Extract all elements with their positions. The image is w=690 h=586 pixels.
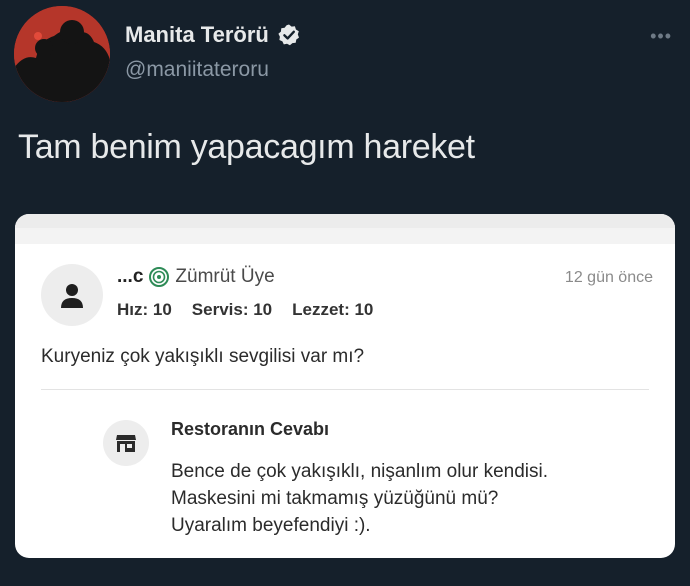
reply-line: Uyaralım beyefendiyi :). (171, 515, 371, 536)
reply-line: Bence de çok yakışıklı, nişanlım olur ke… (171, 461, 549, 482)
reply-line: Maskesini mi takmamış yüzüğünü mü? (171, 488, 499, 509)
tweet: Manita Terörü @maniitateroru ••• Tam ben… (0, 0, 690, 586)
more-dots-icon[interactable]: ••• (650, 26, 672, 47)
rating-speed: Hız: 10 (117, 300, 172, 319)
reviewer-avatar (41, 264, 103, 326)
rating-service: Servis: 10 (191, 300, 273, 319)
divider (41, 389, 649, 390)
profile-avatar[interactable] (14, 6, 110, 102)
card-top-bar (15, 214, 675, 244)
store-icon (116, 435, 136, 452)
tweet-text: Tam benim yapacagım hareket (18, 128, 475, 166)
review-comment: Kuryeniz çok yakışıklı sevgilisi var mı? (41, 346, 365, 367)
reply-text: Bence de çok yakışıklı, nişanlım olur ke… (171, 458, 651, 539)
display-name-row[interactable]: Manita Terörü (125, 22, 301, 48)
rating-taste: Lezzet: 10 (292, 300, 374, 319)
profile-avatar-image (14, 6, 110, 102)
user-icon (61, 284, 83, 308)
member-badge-label: Zümrüt Üye (175, 266, 275, 287)
embedded-review-screenshot[interactable]: ...c Zümrüt Üye 12 gün önce Hız: 10 Serv… (15, 214, 675, 558)
ratings-row: Hız: 10 Servis: 10 Lezzet: 10 (117, 300, 373, 320)
reply-title: Restoranın Cevabı (171, 419, 330, 439)
emerald-member-icon (149, 267, 170, 287)
reviewer-name: ...c (117, 266, 144, 287)
verified-badge-icon (277, 23, 301, 47)
user-handle[interactable]: @maniitateroru (125, 58, 269, 82)
reviewer-row: ...c Zümrüt Üye (117, 266, 275, 288)
review-time: 12 gün önce (564, 269, 653, 286)
display-name[interactable]: Manita Terörü (125, 22, 269, 48)
restaurant-avatar (103, 420, 149, 466)
